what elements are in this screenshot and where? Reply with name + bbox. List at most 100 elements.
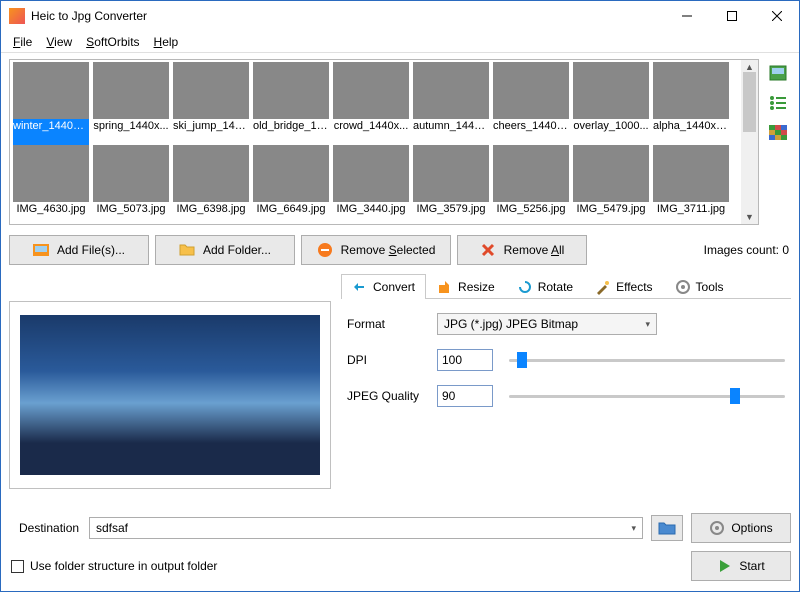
- quality-label: JPEG Quality: [347, 389, 437, 403]
- remove-all-label: Remove All: [504, 243, 565, 257]
- thumbnail-item[interactable]: cheers_1440x...: [492, 62, 570, 145]
- thumbnail-image: [253, 145, 329, 202]
- thumbnail-image: [173, 62, 249, 119]
- tab-tools[interactable]: Tools: [664, 274, 735, 299]
- format-label: Format: [347, 317, 437, 331]
- thumbnail-item[interactable]: overlay_1000...: [572, 62, 650, 145]
- gallery-scrollbar[interactable]: ▲ ▼: [741, 60, 758, 224]
- tools-icon: [675, 279, 691, 295]
- thumbnail-item[interactable]: autumn_1440...: [412, 62, 490, 145]
- thumbnail-item[interactable]: winter_1440x960.heic: [12, 62, 90, 145]
- convert-form: Format JPG (*.jpg) JPEG Bitmap ▾ DPI 100…: [341, 299, 791, 435]
- dpi-slider[interactable]: [509, 349, 785, 371]
- thumbnail-image: [333, 62, 409, 119]
- chevron-down-icon: ▾: [645, 319, 650, 330]
- dpi-label: DPI: [347, 353, 437, 367]
- tab-effects[interactable]: Effects: [584, 274, 663, 299]
- format-select[interactable]: JPG (*.jpg) JPEG Bitmap ▾: [437, 313, 657, 335]
- maximize-button[interactable]: [709, 1, 754, 31]
- checkbox-icon: [11, 560, 24, 573]
- thumbnail-gallery[interactable]: winter_1440x960.heicspring_1440x...ski_j…: [9, 59, 759, 225]
- thumbnail-item[interactable]: IMG_5073.jpg: [92, 145, 170, 218]
- minimize-button[interactable]: [664, 1, 709, 31]
- tab-convert[interactable]: Convert: [341, 274, 426, 299]
- thumbnail-caption: crowd_1440x...: [333, 119, 409, 135]
- menu-help[interactable]: Help: [148, 33, 185, 51]
- close-button[interactable]: [754, 1, 799, 31]
- destination-label: Destination: [9, 521, 81, 535]
- thumbnail-caption: old_bridge_14...: [253, 119, 329, 135]
- add-folder-label: Add Folder...: [203, 243, 271, 257]
- details-view-button[interactable]: [767, 123, 789, 143]
- thumbnail-item[interactable]: old_bridge_14...: [252, 62, 330, 145]
- destination-input[interactable]: sdfsaf ▾: [89, 517, 643, 539]
- dpi-input[interactable]: 100: [437, 349, 493, 371]
- effects-icon: [595, 279, 611, 295]
- add-files-button[interactable]: Add File(s)...: [9, 235, 149, 265]
- start-button[interactable]: Start: [691, 551, 791, 581]
- thumbnail-item[interactable]: crowd_1440x...: [332, 62, 410, 145]
- thumbnail-image: [653, 145, 729, 202]
- add-folder-button[interactable]: Add Folder...: [155, 235, 295, 265]
- folder-open-icon: [658, 521, 676, 535]
- thumbnail-caption: winter_1440x960.heic: [13, 119, 89, 145]
- menu-softorbits[interactable]: SoftOrbits: [80, 33, 145, 51]
- thumbnail-item[interactable]: IMG_5256.jpg: [492, 145, 570, 218]
- add-files-label: Add File(s)...: [57, 243, 125, 257]
- thumbnail-caption: alpha_1440x9...: [653, 119, 729, 135]
- thumbnail-caption: IMG_3440.jpg: [333, 202, 409, 218]
- use-folder-structure-checkbox[interactable]: Use folder structure in output folder: [9, 559, 217, 573]
- thumbnail-image: [493, 145, 569, 202]
- rotate-icon: [517, 279, 533, 295]
- thumbnail-item[interactable]: IMG_3711.jpg: [652, 145, 730, 218]
- view-mode-buttons: [765, 59, 791, 225]
- remove-all-button[interactable]: Remove All: [457, 235, 587, 265]
- thumbnails-view-button[interactable]: [767, 63, 789, 83]
- browse-button[interactable]: [651, 515, 683, 541]
- thumbnail-image: [13, 62, 89, 119]
- thumbnail-caption: IMG_3579.jpg: [413, 202, 489, 218]
- gear-icon: [709, 520, 725, 536]
- images-count: Images count: 0: [704, 243, 791, 257]
- quality-slider[interactable]: [509, 385, 785, 407]
- thumbnail-item[interactable]: IMG_5479.jpg: [572, 145, 650, 218]
- tab-resize[interactable]: Resize: [426, 274, 506, 299]
- thumbnail-caption: IMG_6649.jpg: [253, 202, 329, 218]
- thumbnail-caption: overlay_1000...: [573, 119, 649, 135]
- quality-input[interactable]: 90: [437, 385, 493, 407]
- thumbnail-image: [493, 62, 569, 119]
- scroll-up-icon[interactable]: ▲: [745, 62, 754, 72]
- thumbnail-image: [13, 145, 89, 202]
- thumbnail-caption: IMG_5256.jpg: [493, 202, 569, 218]
- thumbnail-item[interactable]: alpha_1440x9...: [652, 62, 730, 145]
- thumbnail-image: [653, 62, 729, 119]
- thumbnail-image: [173, 145, 249, 202]
- thumbnail-item[interactable]: IMG_6398.jpg: [172, 145, 250, 218]
- thumbnail-item[interactable]: ski_jump_144...: [172, 62, 250, 145]
- thumbnail-image: [413, 145, 489, 202]
- titlebar: Heic to Jpg Converter: [1, 1, 799, 31]
- tab-rotate[interactable]: Rotate: [506, 274, 584, 299]
- thumbnail-caption: ski_jump_144...: [173, 119, 249, 135]
- thumbnail-item[interactable]: IMG_6649.jpg: [252, 145, 330, 218]
- menu-file[interactable]: File: [7, 33, 38, 51]
- window-title: Heic to Jpg Converter: [31, 9, 664, 23]
- play-icon: [717, 558, 733, 574]
- options-button[interactable]: Options: [691, 513, 791, 543]
- thumbnail-item[interactable]: IMG_3440.jpg: [332, 145, 410, 218]
- thumbnail-image: [573, 62, 649, 119]
- image-icon: [33, 242, 49, 258]
- thumbnail-item[interactable]: IMG_4630.jpg: [12, 145, 90, 218]
- list-view-button[interactable]: [767, 93, 789, 113]
- thumbnail-image: [253, 62, 329, 119]
- app-icon: [9, 8, 25, 24]
- remove-selected-button[interactable]: Remove Selected: [301, 235, 451, 265]
- thumbnail-image: [93, 62, 169, 119]
- scroll-down-icon[interactable]: ▼: [745, 212, 754, 222]
- folder-icon: [179, 242, 195, 258]
- thumbnail-item[interactable]: IMG_3579.jpg: [412, 145, 490, 218]
- thumbnail-caption: IMG_3711.jpg: [653, 202, 729, 218]
- thumbnail-item[interactable]: spring_1440x...: [92, 62, 170, 145]
- chevron-down-icon: ▾: [631, 523, 636, 534]
- menu-view[interactable]: View: [40, 33, 78, 51]
